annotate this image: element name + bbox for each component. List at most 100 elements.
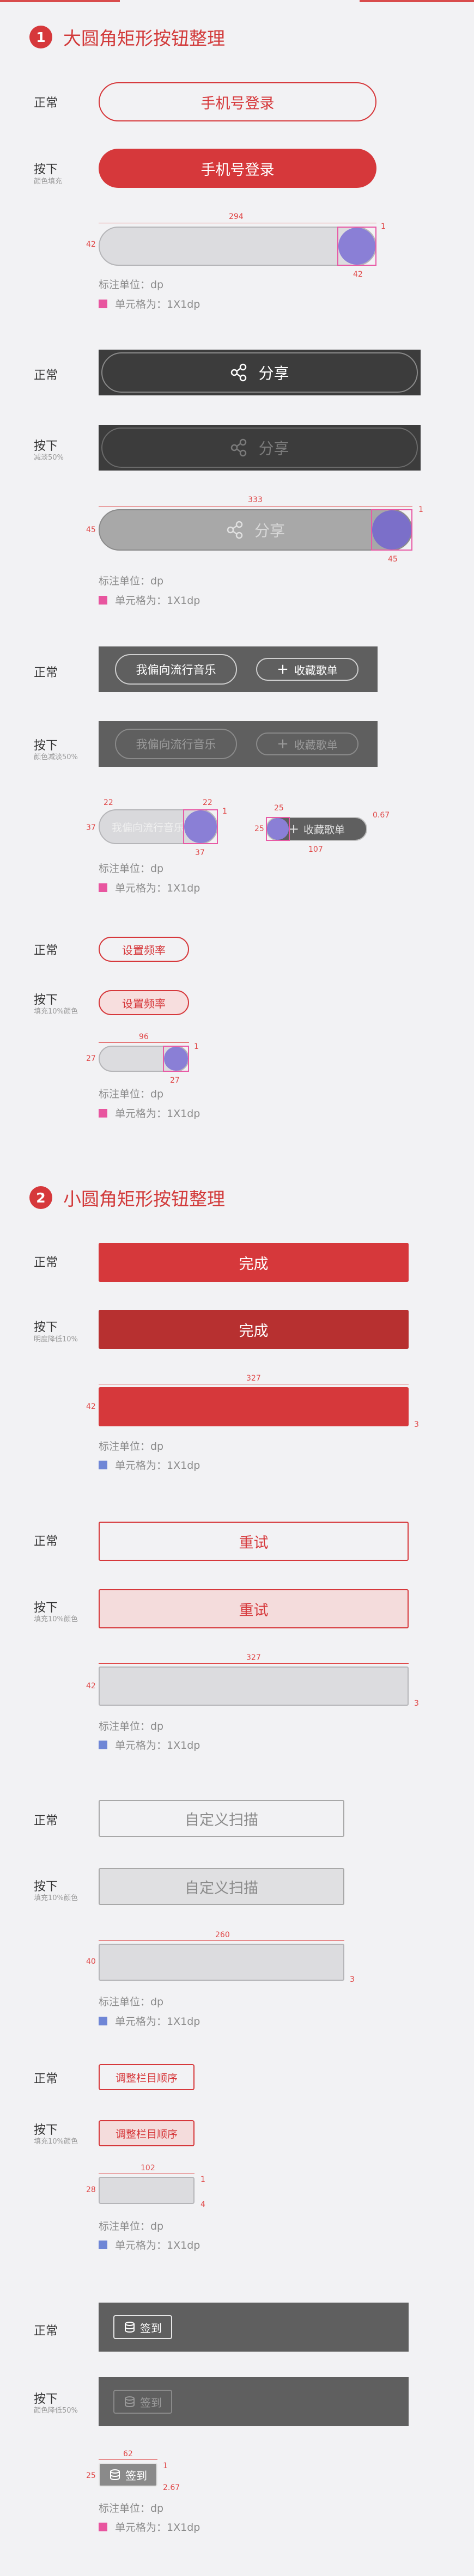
left-pad-dimension: 22 bbox=[104, 798, 113, 807]
coins-icon bbox=[125, 2396, 135, 2408]
retry-button[interactable]: 重试 bbox=[99, 1522, 409, 1561]
blue-swatch bbox=[99, 2240, 107, 2249]
height-dimension-b-side: 25 bbox=[254, 825, 264, 833]
unit-size-text: 单元格为：1X1dp bbox=[115, 1460, 200, 1472]
prefer-pop-music-button[interactable]: 我偏向流行音乐 bbox=[115, 654, 237, 685]
unit-size-note: 单元格为：1X1dp bbox=[99, 296, 200, 311]
unit-size-note: 单元格为：1X1dp bbox=[99, 2013, 200, 2028]
pressed-description: 减淡50% bbox=[34, 454, 64, 462]
width-dimension-line bbox=[99, 1663, 409, 1664]
circle-dimension: 37 bbox=[195, 849, 205, 857]
button-label: 设置频率 bbox=[122, 943, 166, 957]
unit-note: 标注单位：dp bbox=[99, 279, 164, 291]
border-dimension: 1 bbox=[163, 2462, 168, 2470]
collect-playlist-button-pressed[interactable]: + 收藏歌单 bbox=[256, 732, 358, 755]
width-dimension: 96 bbox=[139, 1033, 149, 1041]
state-normal-label: 正常 bbox=[34, 2072, 58, 2086]
border-dimension: 1 bbox=[381, 222, 386, 231]
unit-note: 标注单位：dp bbox=[99, 1996, 164, 2008]
collect-playlist-button[interactable]: + 收藏歌单 bbox=[256, 658, 358, 681]
state-normal-label: 正常 bbox=[34, 1256, 58, 1269]
height-dimension: 45 bbox=[86, 526, 96, 534]
pink-swatch bbox=[99, 883, 107, 892]
coins-icon bbox=[110, 2469, 120, 2481]
share-icon bbox=[227, 521, 243, 539]
circle-dimension: 27 bbox=[170, 1076, 180, 1085]
width-dimension: 294 bbox=[229, 212, 244, 221]
pressed-description: 填充10%颜色 bbox=[34, 1008, 78, 1016]
set-frequency-button[interactable]: 设置频率 bbox=[99, 937, 189, 962]
share-button[interactable]: 分享 bbox=[101, 352, 418, 393]
checkin-button[interactable]: 签到 bbox=[113, 2315, 172, 2339]
height-dimension: 42 bbox=[86, 1682, 96, 1690]
phone-login-button[interactable]: 手机号登录 bbox=[99, 82, 376, 121]
pressed-description: 填充10%颜色 bbox=[34, 1615, 78, 1623]
radius-dimension: 4 bbox=[200, 2200, 205, 2209]
button-label: 分享 bbox=[258, 439, 289, 457]
unit-size-text: 单元格为：1X1dp bbox=[115, 595, 200, 607]
button-label: 我偏向流行音乐 bbox=[136, 738, 216, 751]
circle-dimension: 42 bbox=[353, 270, 363, 279]
unit-size-note: 单元格为：1X1dp bbox=[99, 593, 200, 607]
border-dimension-b: 0.67 bbox=[373, 811, 390, 820]
unit-note: 标注单位：dp bbox=[99, 2220, 164, 2232]
unit-note: 标注单位：dp bbox=[99, 1440, 164, 1452]
button-label: 自定义扫描 bbox=[185, 1811, 258, 1829]
phone-login-spec-diagram bbox=[99, 227, 376, 266]
blue-swatch bbox=[99, 1460, 107, 1469]
custom-scan-button-pressed[interactable]: 自定义扫描 bbox=[99, 1868, 344, 1905]
retry-button-pressed[interactable]: 重试 bbox=[99, 1589, 409, 1628]
radius-circle bbox=[267, 818, 289, 840]
height-dimension: 40 bbox=[86, 1957, 96, 1966]
blue-swatch bbox=[99, 1740, 107, 1749]
unit-size-text: 单元格为：1X1dp bbox=[115, 1108, 200, 1120]
circle-dimension: 45 bbox=[388, 555, 398, 564]
pressed-description: 填充10%颜色 bbox=[34, 1894, 78, 1902]
button-label: 签到 bbox=[140, 2396, 162, 2409]
button-label: 调整栏目顺序 bbox=[115, 2128, 178, 2140]
state-pressed-label: 按下 bbox=[34, 163, 58, 176]
done-button-pressed[interactable]: 完成 bbox=[99, 1310, 409, 1349]
prefer-pop-music-button-pressed[interactable]: 我偏向流行音乐 bbox=[115, 729, 237, 759]
done-button[interactable]: 完成 bbox=[99, 1243, 409, 1282]
set-frequency-button-pressed[interactable]: 设置频率 bbox=[99, 990, 189, 1015]
button-label: 收藏歌单 bbox=[294, 738, 338, 752]
state-normal-label: 正常 bbox=[34, 369, 58, 382]
height-dimension: 25 bbox=[86, 2471, 96, 2480]
section-number: 2 bbox=[29, 1186, 52, 1209]
done-spec-diagram bbox=[99, 1387, 409, 1426]
share-button-pressed[interactable]: 分享 bbox=[101, 428, 418, 468]
width-dimension: 62 bbox=[123, 2450, 133, 2458]
border-dimension: 1 bbox=[194, 1042, 199, 1051]
state-normal-label: 正常 bbox=[34, 96, 58, 110]
height-dimension: 28 bbox=[86, 2186, 96, 2194]
checkin-button-pressed[interactable]: 签到 bbox=[113, 2390, 172, 2414]
unit-size-note: 单元格为：1X1dp bbox=[99, 1106, 200, 1120]
state-normal-label: 正常 bbox=[34, 1814, 58, 1828]
height-dimension: 42 bbox=[86, 240, 96, 249]
share-icon bbox=[231, 363, 247, 382]
button-label: 收藏歌单 bbox=[294, 663, 338, 677]
width-dimension: 102 bbox=[141, 2164, 155, 2172]
right-pad-dimension: 22 bbox=[203, 798, 212, 807]
button-label: 分享 bbox=[258, 364, 289, 382]
share-icon bbox=[231, 438, 247, 457]
pressed-description: 填充10%颜色 bbox=[34, 2138, 78, 2146]
phone-login-button-pressed[interactable]: 手机号登录 bbox=[99, 149, 376, 188]
button-label: 我偏向流行音乐 bbox=[112, 821, 185, 834]
border-dimension: 1 bbox=[222, 807, 227, 816]
section-1-header: 1 大圆角矩形按钮整理 bbox=[29, 24, 225, 50]
button-label: 设置频率 bbox=[122, 997, 166, 1010]
custom-scan-button[interactable]: 自定义扫描 bbox=[99, 1800, 344, 1837]
width-dimension-b: 107 bbox=[308, 845, 323, 854]
adjust-column-order-button[interactable]: 调整栏目顺序 bbox=[99, 2064, 195, 2090]
pressed-description: 明度降低10% bbox=[34, 1335, 78, 1344]
radius-dimension: 3 bbox=[350, 1975, 355, 1984]
adjust-column-order-button-pressed[interactable]: 调整栏目顺序 bbox=[99, 2120, 195, 2146]
button-label: 签到 bbox=[140, 2321, 162, 2335]
button-label: 我偏向流行音乐 bbox=[136, 663, 216, 676]
unit-note: 标注单位：dp bbox=[99, 1088, 164, 1100]
height-dimension-b: 25 bbox=[274, 804, 284, 813]
width-dimension-line bbox=[99, 2459, 157, 2460]
button-label: 自定义扫描 bbox=[185, 1879, 258, 1897]
